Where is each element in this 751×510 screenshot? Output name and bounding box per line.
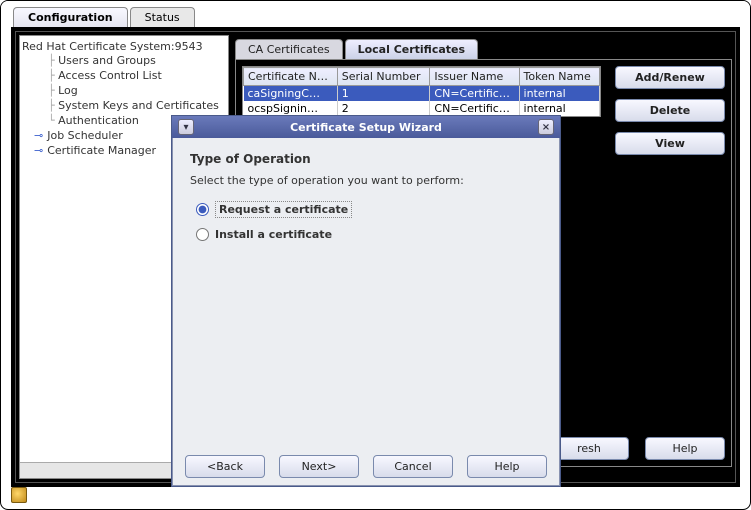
tree-item-log[interactable]: Log (22, 83, 226, 98)
wizard-next-button[interactable]: Next> (279, 455, 359, 478)
cell: 2 (337, 101, 430, 116)
cell: ocspSignin… (244, 101, 338, 116)
refresh-button[interactable]: resh (549, 437, 629, 460)
outer-tab-bar: Configuration Status (1, 1, 750, 27)
col-token[interactable]: Token Name (519, 68, 599, 86)
wizard-collapse-icon[interactable]: ▾ (178, 119, 194, 135)
tab-local-certificates[interactable]: Local Certificates (345, 39, 478, 59)
wizard-close-icon[interactable]: × (538, 119, 554, 135)
cell: CN=Certific… (430, 101, 519, 116)
view-button[interactable]: View (615, 132, 725, 155)
radio-request-label: Request a certificate (215, 201, 352, 218)
status-lock-icon (11, 487, 27, 503)
help-button[interactable]: Help (645, 437, 725, 460)
wizard-back-button[interactable]: <Back (185, 455, 265, 478)
tree-item-acl[interactable]: Access Control List (22, 68, 226, 83)
table-row[interactable]: caSigningC… 1 CN=Certific… internal (244, 86, 600, 102)
cell: 1 (337, 86, 430, 102)
certificate-setup-wizard-dialog: ▾ Certificate Setup Wizard × Type of Ope… (171, 115, 561, 487)
bottom-button-row: resh Help (549, 437, 725, 460)
cell: internal (519, 86, 599, 102)
main-window: Configuration Status Red Hat Certificate… (0, 0, 751, 510)
tree-item-users-groups[interactable]: Users and Groups (22, 53, 226, 68)
action-button-column: Add/Renew Delete View (615, 66, 725, 155)
cell: internal (519, 101, 599, 116)
col-cert-name[interactable]: Certificate N… (244, 68, 338, 86)
tree-item-system-keys[interactable]: System Keys and Certificates (22, 98, 226, 113)
radio-request-input[interactable] (196, 203, 209, 216)
cell: caSigningC… (244, 86, 338, 102)
radio-request-certificate[interactable]: Request a certificate (196, 201, 542, 218)
wizard-cancel-button[interactable]: Cancel (373, 455, 453, 478)
add-renew-button[interactable]: Add/Renew (615, 66, 725, 89)
tab-status[interactable]: Status (130, 7, 195, 27)
delete-button[interactable]: Delete (615, 99, 725, 122)
wizard-title-bar[interactable]: ▾ Certificate Setup Wizard × (172, 116, 560, 138)
table-row[interactable]: ocspSignin… 2 CN=Certific… internal (244, 101, 600, 116)
inner-tab-bar: CA Certificates Local Certificates (235, 35, 732, 59)
wizard-prompt: Select the type of operation you want to… (190, 174, 542, 187)
wizard-help-button[interactable]: Help (467, 455, 547, 478)
radio-install-label: Install a certificate (215, 228, 332, 241)
wizard-heading: Type of Operation (190, 152, 542, 166)
wizard-body: Type of Operation Select the type of ope… (172, 138, 560, 265)
tab-configuration[interactable]: Configuration (13, 7, 128, 27)
wizard-title: Certificate Setup Wizard (290, 121, 442, 134)
radio-install-input[interactable] (196, 228, 209, 241)
col-issuer[interactable]: Issuer Name (430, 68, 519, 86)
cell: CN=Certific… (430, 86, 519, 102)
wizard-footer: <Back Next> Cancel Help (172, 455, 560, 478)
tab-ca-certificates[interactable]: CA Certificates (235, 39, 343, 59)
col-serial[interactable]: Serial Number (337, 68, 430, 86)
tree-root[interactable]: Red Hat Certificate System:9543 (22, 40, 226, 53)
radio-install-certificate[interactable]: Install a certificate (196, 228, 542, 241)
certificates-table[interactable]: Certificate N… Serial Number Issuer Name… (242, 66, 601, 117)
